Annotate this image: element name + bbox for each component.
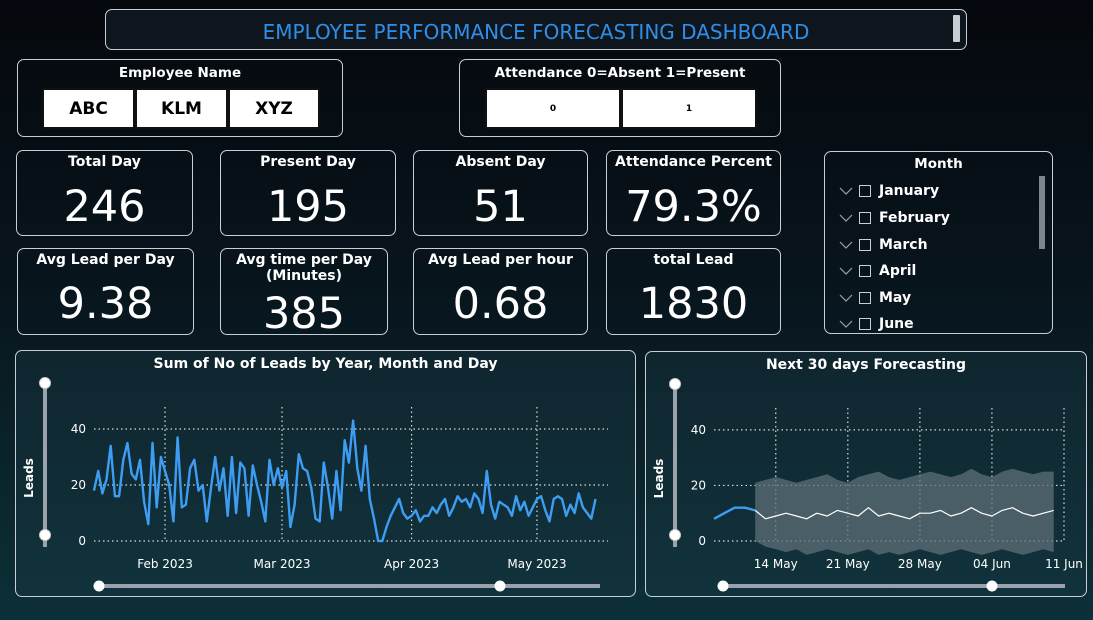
y-tick-label: 40 — [71, 422, 86, 436]
x-tick-label: 14 May — [754, 557, 798, 571]
card-value: 79.3% — [625, 182, 762, 232]
card-value: 51 — [473, 182, 528, 232]
card-value: 1830 — [638, 279, 749, 329]
checkbox[interactable] — [859, 265, 871, 277]
month-label: January — [879, 183, 940, 199]
avg-time-per-day-card: Avg time per Day (Minutes) 385 — [220, 248, 388, 335]
month-slicer-title: Month — [914, 156, 963, 172]
chevron-down-icon[interactable] — [839, 319, 853, 329]
y-axis-label: Leads — [22, 458, 36, 498]
card-label: Attendance Percent — [615, 154, 772, 170]
total-lead-card: total Lead 1830 — [606, 248, 781, 335]
checkbox[interactable] — [859, 185, 871, 197]
total-day-card: Total Day 246 — [16, 150, 193, 236]
month-label: February — [879, 210, 950, 226]
y-axis-label: Leads — [652, 459, 666, 499]
card-label: Present Day — [260, 154, 356, 170]
month-label: April — [879, 263, 917, 279]
y-range-slider-handle[interactable] — [39, 529, 51, 541]
x-range-slider-handle[interactable] — [494, 580, 506, 592]
chevron-down-icon[interactable] — [839, 293, 853, 303]
x-tick-label: Apr 2023 — [384, 557, 439, 571]
card-value: 246 — [63, 182, 146, 232]
checkbox[interactable] — [859, 239, 871, 251]
checkbox[interactable] — [859, 292, 871, 304]
employee-option-xyz[interactable]: XYZ — [228, 88, 320, 129]
title-banner: EMPLOYEE PERFORMANCE FORECASTING DASHBOA… — [105, 9, 967, 50]
x-range-slider-handle[interactable] — [717, 580, 729, 592]
attendance-percent-card: Attendance Percent 79.3% — [606, 150, 781, 236]
x-tick-label: 04 Jun — [973, 557, 1011, 571]
avg-lead-per-hour-card: Avg Lead per hour 0.68 — [413, 248, 588, 335]
card-label: Avg Lead per hour — [428, 252, 573, 268]
x-tick-label: 21 May — [826, 557, 870, 571]
forecast-line-chart: 0 20 40 14 May 21 May 28 May 04 Jun 11 Jun Leads — [652, 378, 1083, 592]
card-label: Avg Lead per Day — [36, 252, 175, 268]
checkbox[interactable] — [859, 318, 871, 330]
employee-option-klm[interactable]: KLM — [135, 88, 228, 129]
attendance-option-1[interactable]: 1 — [621, 88, 757, 129]
scroll-handle[interactable] — [953, 15, 960, 42]
month-label: March — [879, 237, 928, 253]
employee-slicer-title: Employee Name — [118, 65, 242, 81]
card-label: Total Day — [68, 154, 141, 170]
card-value: 9.38 — [57, 279, 154, 329]
employee-option-abc[interactable]: ABC — [42, 88, 135, 129]
x-tick-label: May 2023 — [507, 557, 566, 571]
y-range-slider-handle[interactable] — [669, 529, 681, 541]
actual-series-line — [713, 506, 756, 520]
card-value: 0.68 — [452, 279, 549, 329]
month-item-february[interactable]: February — [839, 208, 950, 228]
chevron-down-icon[interactable] — [839, 266, 853, 276]
month-slicer: Month January February March April May J… — [824, 151, 1053, 334]
y-tick-label: 40 — [691, 423, 706, 437]
month-item-january[interactable]: January — [839, 181, 939, 201]
card-label: Absent Day — [455, 154, 546, 170]
page-title: EMPLOYEE PERFORMANCE FORECASTING DASHBOA… — [262, 20, 810, 44]
x-tick-label: Feb 2023 — [137, 557, 193, 571]
x-tick-label: Mar 2023 — [254, 557, 311, 571]
month-item-april[interactable]: April — [839, 261, 916, 281]
card-label: total Lead — [653, 252, 734, 268]
leads-series-line — [92, 419, 597, 543]
scrollbar-thumb[interactable] — [1039, 176, 1045, 249]
y-range-slider-handle[interactable] — [669, 378, 681, 390]
employee-name-slicer: Employee Name ABC KLM XYZ — [17, 59, 343, 137]
x-range-slider-handle[interactable] — [93, 580, 105, 592]
y-range-slider-handle[interactable] — [39, 377, 51, 389]
avg-lead-per-day-card: Avg Lead per Day 9.38 — [17, 248, 194, 335]
month-label: May — [879, 290, 912, 306]
card-label: Avg time per Day (Minutes) — [236, 252, 372, 284]
absent-day-card: Absent Day 51 — [413, 150, 588, 236]
chevron-down-icon[interactable] — [839, 186, 853, 196]
y-tick-label: 20 — [71, 478, 86, 492]
x-tick-label: 28 May — [898, 557, 942, 571]
chevron-down-icon[interactable] — [839, 240, 853, 250]
chevron-down-icon[interactable] — [839, 213, 853, 223]
y-tick-label: 0 — [78, 534, 86, 548]
card-value: 195 — [266, 182, 350, 232]
month-item-june[interactable]: June — [839, 314, 914, 333]
checkbox[interactable] — [859, 212, 871, 224]
month-item-march[interactable]: March — [839, 235, 928, 255]
month-label: June — [879, 316, 914, 332]
card-value: 385 — [262, 289, 346, 335]
attendance-slicer-title: Attendance 0=Absent 1=Present — [494, 65, 746, 81]
leads-line-chart: 0 20 40 Feb 2023 Mar 2023 Apr 2023 May 2023 Lea… — [22, 377, 608, 592]
present-day-card: Present Day 195 — [220, 150, 396, 236]
attendance-option-0[interactable]: 0 — [485, 88, 621, 129]
y-tick-label: 20 — [691, 478, 706, 492]
x-range-slider-handle[interactable] — [986, 580, 998, 592]
y-tick-label: 0 — [698, 534, 706, 548]
month-item-may[interactable]: May — [839, 288, 911, 308]
forecast-confidence-band — [755, 468, 1054, 555]
attendance-slicer: Attendance 0=Absent 1=Present 0 1 — [459, 59, 781, 137]
x-tick-label: 11 Jun — [1045, 557, 1083, 571]
